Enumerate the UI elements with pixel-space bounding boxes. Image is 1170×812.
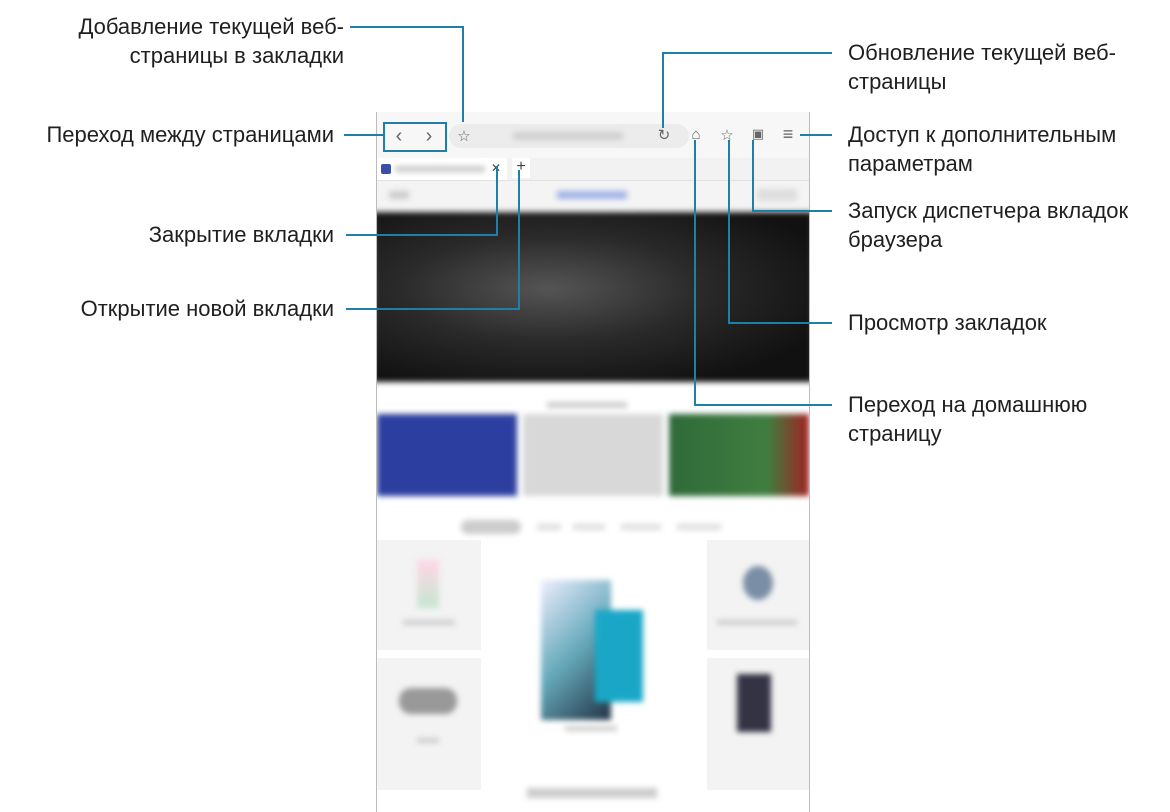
label-line: Обновление текущей веб-	[848, 40, 1116, 65]
product-caption	[565, 726, 617, 731]
tab-favicon	[381, 164, 391, 174]
label-line: браузера	[848, 227, 943, 252]
label-line: страницы	[848, 69, 947, 94]
category-tab	[573, 524, 605, 530]
product-card	[707, 540, 809, 650]
callout-line	[346, 234, 498, 236]
callout-line	[752, 140, 754, 212]
url-bar[interactable]	[449, 124, 689, 148]
callout-line	[496, 166, 498, 236]
product-card	[707, 658, 809, 790]
product-caption	[417, 738, 439, 743]
callout-line	[346, 308, 520, 310]
page-nav-item	[757, 189, 797, 201]
label-line: Доступ к дополнительным	[848, 122, 1117, 147]
callout-line	[694, 404, 832, 406]
category-tab	[537, 524, 561, 530]
bookmark-star-icon[interactable]: ☆	[455, 127, 473, 145]
browser-toolbar: ‹ › ☆ ↻ ⌂ ☆ ▣ ≡	[377, 112, 809, 158]
callout-line	[518, 170, 520, 310]
browser-tab[interactable]: ✕	[377, 158, 507, 180]
new-tab-icon[interactable]: +	[512, 158, 530, 178]
callout-line	[694, 140, 696, 406]
label-new-tab: Открытие новой вкладки	[80, 296, 334, 321]
product-caption	[717, 620, 797, 625]
category-tab	[677, 524, 721, 530]
label-view-bookmarks: Просмотр закладок	[848, 310, 1047, 335]
label-bookmark-add: Добавление текущей веб- страницы в закла…	[78, 12, 344, 70]
callout-line	[350, 26, 462, 28]
category-tab	[621, 524, 661, 530]
callout-line	[752, 210, 832, 212]
category-tabs	[461, 520, 741, 534]
product-image	[743, 566, 773, 600]
label-line: страницы в закладки	[129, 43, 344, 68]
category-tab	[461, 520, 521, 534]
label-refresh: Обновление текущей веб- страницы	[848, 38, 1116, 96]
tab-bar: ✕ +	[377, 158, 809, 181]
callout-line	[662, 52, 664, 128]
browser-screen: ‹ › ☆ ↻ ⌂ ☆ ▣ ≡ ✕ +	[376, 112, 810, 812]
label-nav-pages: Переход между страницами	[46, 122, 334, 147]
product-card	[377, 540, 481, 650]
label-line: Переход на домашнюю	[848, 392, 1088, 417]
product-image	[399, 688, 457, 714]
promo-tile-blue	[377, 414, 517, 496]
promo-tile-gray	[523, 414, 663, 496]
menu-icon[interactable]: ≡	[779, 124, 797, 145]
footer-bar	[527, 788, 657, 798]
callout-line	[344, 134, 384, 136]
label-close-tab: Закрытие вкладки	[148, 222, 334, 247]
refresh-icon[interactable]: ↻	[655, 126, 673, 144]
label-line: страницу	[848, 421, 942, 446]
bookmarks-icon[interactable]: ☆	[718, 126, 736, 144]
callout-line	[800, 134, 832, 136]
product-image	[737, 674, 771, 732]
product-image	[595, 610, 643, 702]
promo-tile-green	[669, 414, 809, 496]
back-icon[interactable]: ‹	[391, 125, 407, 148]
label-more-options: Доступ к дополнительным параметрам	[848, 120, 1116, 178]
product-card-featured	[499, 540, 705, 790]
label-line: Добавление текущей веб-	[78, 14, 344, 39]
page-nav-strip	[377, 181, 809, 211]
product-caption	[403, 620, 455, 625]
product-card	[377, 658, 481, 790]
label-tab-manager: Запуск диспетчера вкладок браузера	[848, 196, 1128, 254]
tab-title	[395, 166, 485, 172]
forward-icon[interactable]: ›	[421, 125, 437, 148]
product-image	[417, 560, 439, 608]
home-icon[interactable]: ⌂	[687, 126, 705, 143]
section-divider	[547, 402, 627, 408]
callout-line	[728, 322, 832, 324]
page-nav-item	[557, 191, 627, 199]
label-line: Запуск диспетчера вкладок	[848, 198, 1129, 223]
label-line: параметрам	[848, 151, 973, 176]
url-text	[513, 132, 623, 140]
callout-line	[728, 140, 730, 324]
hero-banner	[377, 212, 809, 382]
callout-line	[462, 26, 464, 122]
label-home: Переход на домашнюю страницу	[848, 390, 1087, 448]
page-nav-item	[389, 191, 409, 199]
callout-line	[662, 52, 832, 54]
